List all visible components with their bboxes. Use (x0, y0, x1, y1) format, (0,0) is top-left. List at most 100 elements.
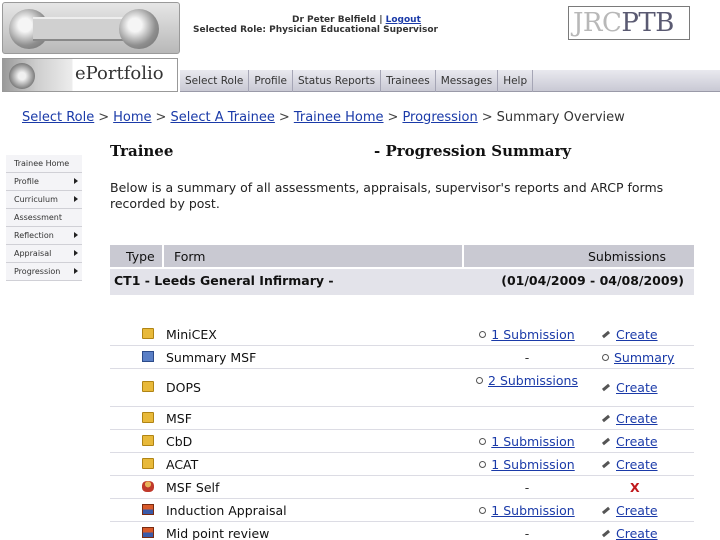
submissions-label: 1 Submission (491, 457, 575, 472)
sidebar-item-trainee-home[interactable]: Trainee Home (6, 155, 82, 173)
breadcrumb-separator: > (278, 110, 290, 125)
pen-icon (601, 506, 611, 515)
nav-messages[interactable]: Messages (436, 70, 499, 92)
form-name: Induction Appraisal (166, 503, 287, 518)
sidebar-item-progression[interactable]: Progression (6, 263, 82, 281)
submissions-link[interactable]: 1 Submission (462, 503, 592, 518)
person-icon (142, 481, 154, 492)
sidebar-item-label: Reflection (14, 231, 54, 240)
submissions-label: 1 Submission (491, 327, 575, 342)
caret-right-icon (74, 178, 78, 184)
scroll-ornament-right (119, 9, 159, 49)
action-label: Create (616, 327, 658, 342)
folder-icon (142, 381, 154, 392)
user-info: Dr Peter Belfield | Logout (292, 15, 421, 25)
unavailable-mark: X (630, 480, 640, 495)
nav-profile[interactable]: Profile (249, 70, 294, 92)
column-header-submissions: Submissions (462, 245, 694, 267)
intro-text: Below is a summary of all assessments, a… (110, 180, 664, 211)
sidebar: Trainee Home Profile Curriculum Assessme… (6, 155, 82, 281)
action-label: Create (616, 434, 658, 449)
capital-bar (33, 17, 133, 41)
nav-select-role[interactable]: Select Role (180, 70, 250, 92)
breadcrumb-select-trainee[interactable]: Select A Trainee (170, 110, 274, 125)
form-name: DOPS (166, 380, 201, 395)
caret-right-icon (74, 196, 78, 202)
table-row: Mid point review - Create (110, 522, 694, 540)
brand-ptb: PTB (621, 8, 674, 38)
form-name: Summary MSF (166, 350, 257, 365)
logout-link[interactable]: Logout (386, 15, 421, 25)
action-label: Summary (614, 350, 675, 365)
sidebar-item-label: Assessment (14, 213, 62, 222)
jrcptb-logo: JRCPTB (568, 6, 690, 40)
breadcrumb-trainee-home[interactable]: Trainee Home (294, 110, 384, 125)
create-link[interactable]: Create (601, 411, 658, 426)
sidebar-item-label: Curriculum (14, 195, 58, 204)
submissions-none: - (524, 526, 530, 540)
magnifier-icon (476, 377, 484, 384)
submissions-link[interactable]: 1 Submission (462, 327, 592, 342)
nav-help[interactable]: Help (498, 70, 534, 92)
create-link[interactable]: Create (601, 503, 658, 518)
submissions-link[interactable]: 2 Submissions (462, 373, 592, 388)
breadcrumb-separator: > (155, 110, 167, 125)
nav-trainees[interactable]: Trainees (381, 70, 436, 92)
breadcrumb-home[interactable]: Home (113, 110, 151, 125)
post-dates: (01/04/2009 - 04/08/2009) (501, 273, 684, 288)
table-row: MSF Self - X (110, 476, 694, 499)
sidebar-item-label: Appraisal (14, 249, 52, 258)
submissions-none: - (524, 480, 530, 495)
brand-jrc: JRC (573, 8, 622, 38)
create-link[interactable]: Create (601, 434, 658, 449)
create-link[interactable]: Create (601, 457, 658, 472)
header: Dr Peter Belfield | Logout Selected Role… (0, 0, 720, 56)
table-row: Induction Appraisal 1 Submission Create (110, 499, 694, 522)
page-title-trainee: Trainee (110, 142, 174, 160)
form-name: MiniCEX (166, 327, 217, 342)
form-name: MSF Self (166, 480, 220, 495)
submissions-none: - (524, 350, 530, 365)
submissions-label: 1 Submission (491, 434, 575, 449)
breadcrumb-progression[interactable]: Progression (402, 110, 477, 125)
form-name: MSF (166, 411, 192, 426)
table-row: MiniCEX 1 Submission Create (110, 323, 694, 346)
sidebar-item-reflection[interactable]: Reflection (6, 227, 82, 245)
folder-icon (142, 435, 154, 446)
breadcrumb: Select Role > Home > Select A Trainee > Traine… (22, 110, 625, 125)
emblem-icon (9, 63, 35, 89)
selected-role: Selected Role: Physician Educational Sup… (193, 25, 438, 35)
submissions-link[interactable]: 1 Submission (462, 434, 592, 449)
create-link[interactable]: Create (601, 526, 658, 540)
create-link[interactable]: Create (601, 327, 658, 342)
action-label: Create (616, 380, 658, 395)
magnifier-icon (479, 438, 487, 445)
sidebar-item-appraisal[interactable]: Appraisal (6, 245, 82, 263)
table-row: CbD 1 Submission Create (110, 430, 694, 453)
app-name: ePortfolio (75, 63, 164, 84)
pen-icon (601, 460, 611, 469)
progression-table: Type Form Submissions CT1 - Leeds Genera… (110, 245, 694, 540)
submissions-link[interactable]: 1 Submission (462, 457, 592, 472)
form-name: ACAT (166, 457, 199, 472)
caret-right-icon (74, 250, 78, 256)
breadcrumb-select-role[interactable]: Select Role (22, 110, 94, 125)
column-header-type: Type (126, 249, 155, 264)
create-link[interactable]: Create (601, 380, 658, 395)
form-name: Mid point review (166, 526, 270, 540)
submissions-label: 2 Submissions (488, 373, 578, 388)
table-row: Summary MSF - Summary (110, 346, 694, 369)
magnifier-icon (602, 354, 609, 361)
nav-status-reports[interactable]: Status Reports (293, 70, 382, 92)
sidebar-item-assessment[interactable]: Assessment (6, 209, 82, 227)
breadcrumb-current: Summary Overview (496, 110, 625, 125)
eportfolio-logo: ePortfolio (2, 58, 178, 92)
mail-icon (142, 351, 154, 362)
pen-icon (601, 414, 611, 423)
page-title-progression-summary: - Progression Summary (374, 142, 572, 160)
breadcrumb-separator: > (481, 110, 493, 125)
summary-link[interactable]: Summary (602, 350, 674, 365)
sidebar-item-profile[interactable]: Profile (6, 173, 82, 191)
sidebar-item-curriculum[interactable]: Curriculum (6, 191, 82, 209)
